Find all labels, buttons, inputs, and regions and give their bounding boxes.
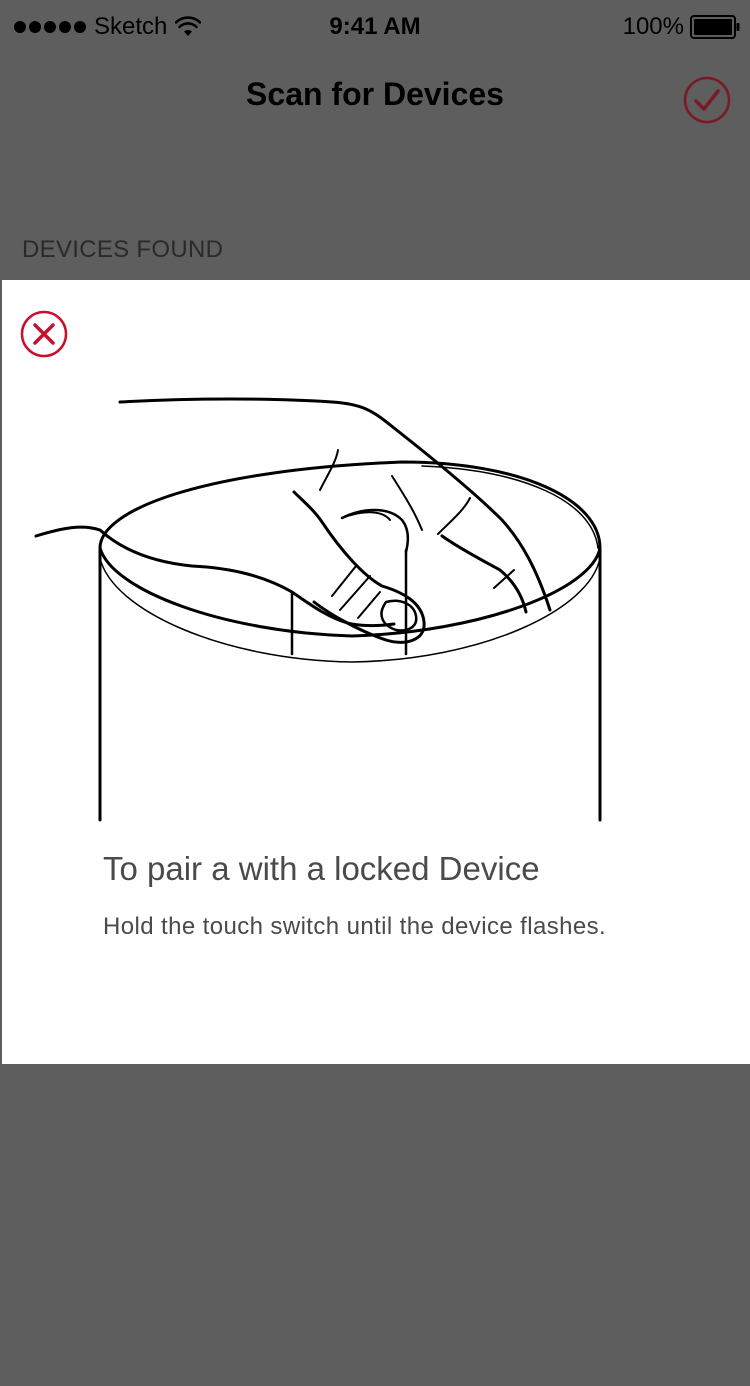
close-circle-icon xyxy=(20,310,68,358)
modal-title: To pair a with a locked Device xyxy=(103,850,540,887)
checkmark-circle-icon xyxy=(683,76,731,124)
hand-pressing-device-illustration xyxy=(34,397,602,822)
battery-percentage: 100% xyxy=(622,13,684,40)
page-title: Scan for Devices xyxy=(246,76,504,112)
status-bar: Sketch 9:41 AM 100% xyxy=(0,0,750,56)
battery-icon xyxy=(690,15,740,39)
close-button[interactable] xyxy=(20,310,68,358)
modal-description: Hold the touch switch until the device f… xyxy=(103,913,607,940)
done-button[interactable] xyxy=(683,76,731,124)
status-right: 100% xyxy=(623,12,740,42)
pairing-modal: To pair a with a locked Device Hold the … xyxy=(2,280,750,1064)
devices-found-header: DEVICES FOUND xyxy=(22,236,224,263)
